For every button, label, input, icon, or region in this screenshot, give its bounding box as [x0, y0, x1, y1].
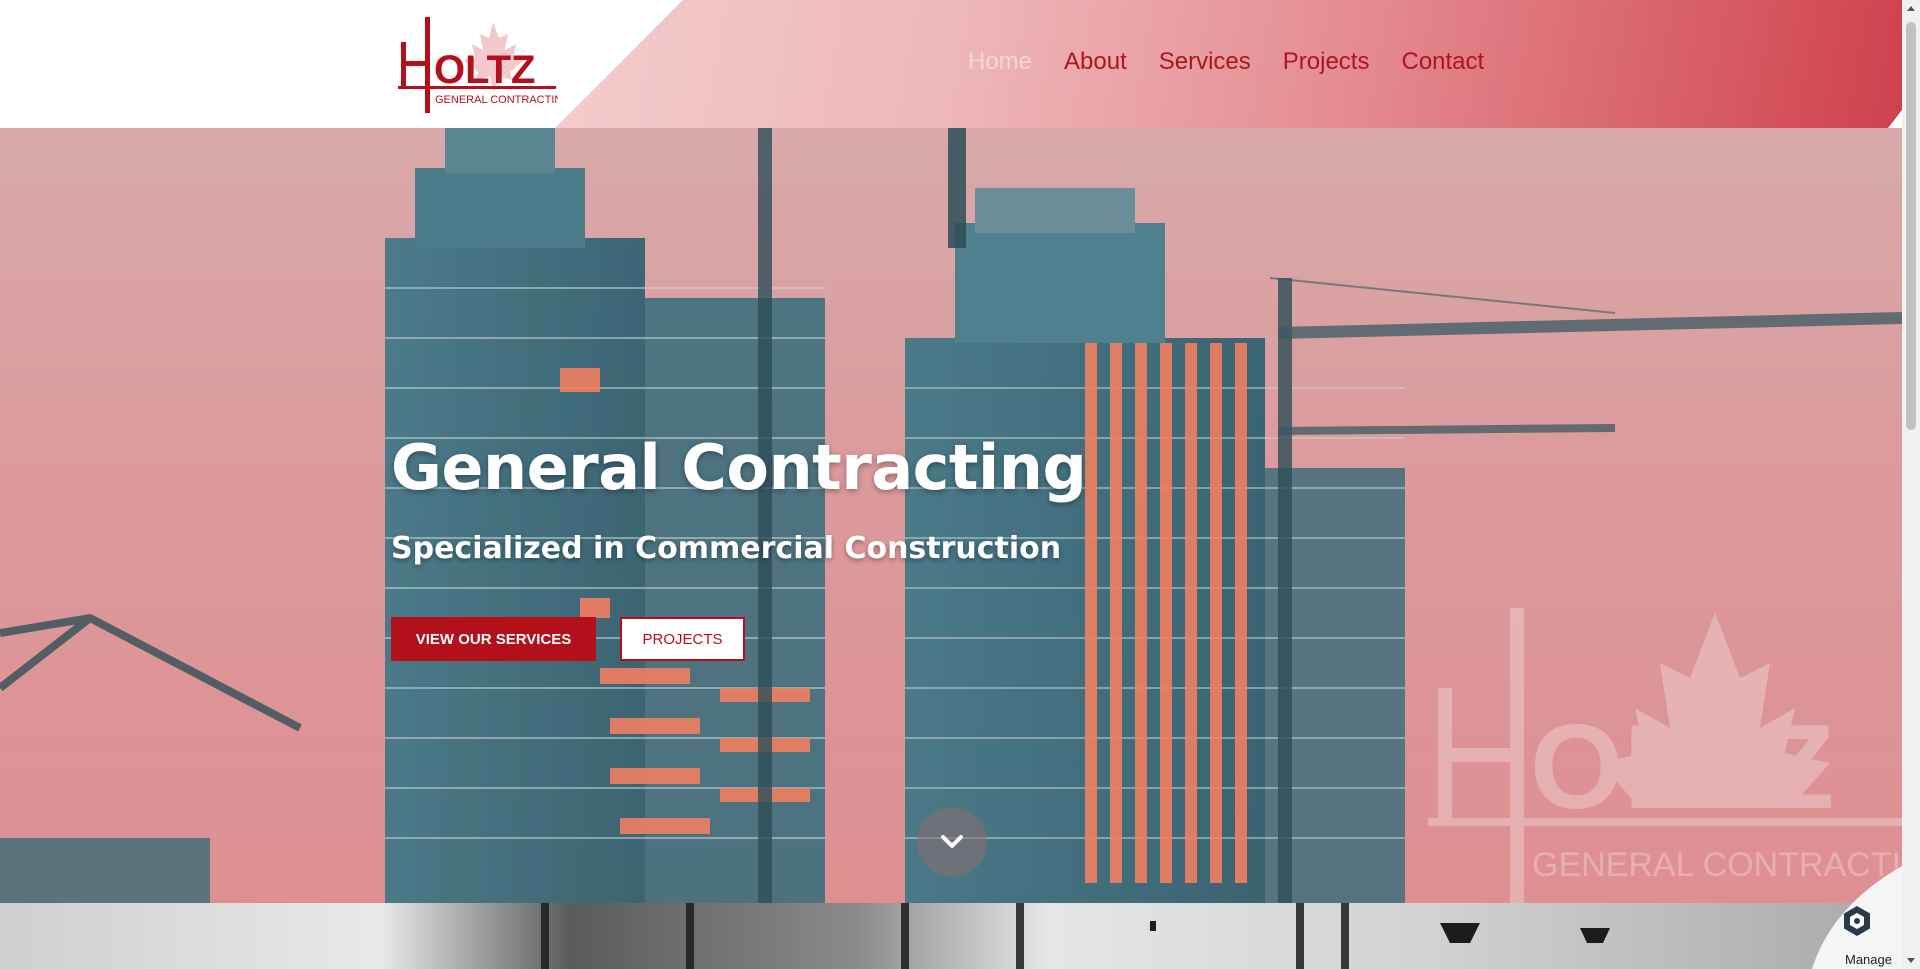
projects-button[interactable]: PROJECTS	[620, 617, 745, 661]
hero-watermark-wordmark: OLTZ	[1530, 700, 1834, 834]
nav-item-projects[interactable]: Projects	[1283, 48, 1370, 76]
site-logo[interactable]: OLTZ GENERAL CONTRACTING	[398, 14, 571, 114]
scrollbar-thumb[interactable]	[1906, 22, 1916, 430]
nav-item-home[interactable]: Home	[968, 48, 1032, 76]
cookie-manage-label: Manage	[1845, 952, 1892, 967]
nav-item-about[interactable]: About	[1064, 48, 1127, 76]
view-our-services-button[interactable]: VIEW OUR SERVICES	[391, 617, 596, 661]
scroll-down-arrow-icon[interactable]	[1907, 958, 1915, 963]
hero-subtitle: Specialized in Commercial Construction	[391, 531, 1062, 566]
main-nav: Home About Services Projects Contact	[968, 48, 1484, 76]
cookie-manage-widget[interactable]: Manage	[1812, 866, 1902, 969]
scroll-up-arrow-icon[interactable]	[1907, 6, 1915, 11]
nav-item-services[interactable]: Services	[1159, 48, 1251, 76]
hero-background-image: OLTZ GENERAL CONTRACTING	[0, 128, 1902, 903]
logo-wordmark: OLTZ	[434, 48, 535, 92]
next-section-image	[0, 903, 1902, 969]
chevron-down-icon	[941, 835, 963, 848]
site-header: OLTZ GENERAL CONTRACTING Home About Serv…	[0, 0, 1902, 128]
page-scrollbar[interactable]	[1902, 0, 1920, 969]
nav-item-contact[interactable]: Contact	[1401, 48, 1484, 76]
hero-section: OLTZ GENERAL CONTRACTING General Contrac…	[0, 128, 1902, 903]
logo-tagline: GENERAL CONTRACTING	[435, 94, 558, 106]
scroll-down-button[interactable]	[917, 807, 987, 877]
hero-title: General Contracting	[391, 431, 1087, 504]
